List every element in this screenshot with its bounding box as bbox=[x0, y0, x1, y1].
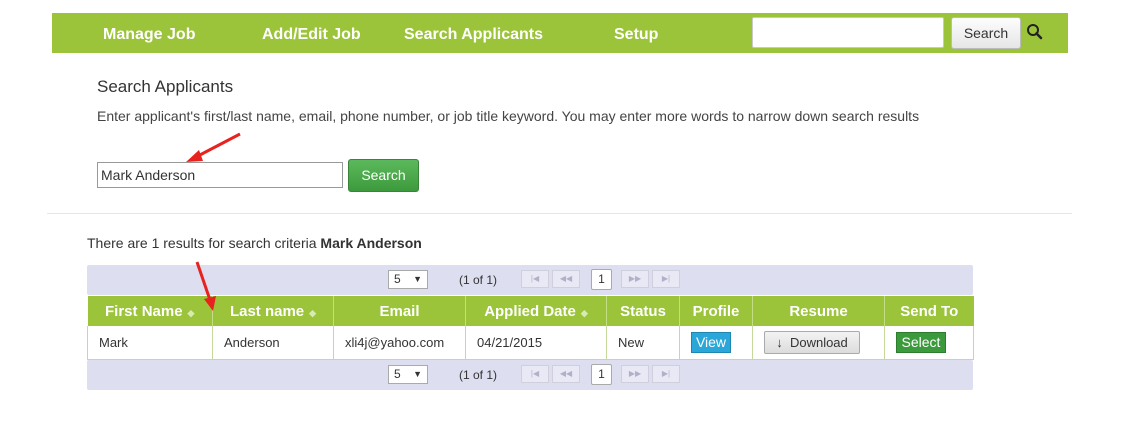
view-profile-button[interactable]: View bbox=[691, 332, 731, 353]
last-page-icon[interactable]: ▶| bbox=[652, 270, 680, 288]
cell-email: xli4j@yahoo.com bbox=[333, 326, 466, 360]
download-resume-button[interactable]: ↓ Download bbox=[764, 331, 860, 354]
last-page-icon[interactable]: ▶| bbox=[652, 365, 680, 383]
column-header-profile: Profile bbox=[679, 296, 753, 326]
nav-search-button[interactable]: Search bbox=[951, 17, 1021, 49]
sort-icon: ◆ bbox=[580, 307, 588, 318]
results-table: First Name ◆ Last name ◆ Email Applied Dat… bbox=[87, 296, 974, 360]
prev-page-icon[interactable]: ◀◀ bbox=[552, 365, 580, 383]
next-page-icon[interactable]: ▶▶ bbox=[621, 365, 649, 383]
nav-add-edit-job[interactable]: Add/Edit Job bbox=[262, 13, 361, 53]
page-count: (1 of 1) bbox=[459, 273, 498, 287]
column-header-status: Status bbox=[606, 296, 680, 326]
table-row: Mark Anderson xli4j@yahoo.com 04/21/2015… bbox=[87, 326, 974, 360]
sort-icon: ◆ bbox=[187, 307, 195, 318]
cell-send-to: Select bbox=[884, 326, 974, 360]
applicant-search-button[interactable]: Search bbox=[348, 159, 419, 192]
results-summary-term: Mark Anderson bbox=[320, 235, 422, 251]
pager-top: 5 ▼ (1 of 1) |◀ ◀◀ 1 ▶▶ ▶| bbox=[87, 265, 973, 295]
per-page-select[interactable]: 5 ▼ bbox=[388, 365, 428, 384]
page-number-button[interactable]: 1 bbox=[591, 269, 612, 290]
cell-last-name: Anderson bbox=[212, 326, 334, 360]
chevron-down-icon: ▼ bbox=[413, 369, 422, 379]
per-page-select[interactable]: 5 ▼ bbox=[388, 270, 428, 289]
first-page-icon[interactable]: |◀ bbox=[521, 365, 549, 383]
search-instructions: Enter applicant's first/last name, email… bbox=[97, 108, 920, 124]
column-header-send-to: Send To bbox=[884, 296, 974, 326]
next-page-icon[interactable]: ▶▶ bbox=[621, 270, 649, 288]
nav-search-applicants[interactable]: Search Applicants bbox=[404, 13, 543, 53]
section-divider bbox=[47, 213, 1072, 214]
results-summary: There are 1 results for search criteria … bbox=[87, 235, 422, 251]
per-page-value: 5 bbox=[394, 272, 401, 286]
page-number-button[interactable]: 1 bbox=[591, 364, 612, 385]
column-header-last-name[interactable]: Last name ◆ bbox=[212, 296, 334, 326]
prev-page-icon[interactable]: ◀◀ bbox=[552, 270, 580, 288]
pager-bottom: 5 ▼ (1 of 1) |◀ ◀◀ 1 ▶▶ ▶| bbox=[87, 360, 973, 390]
download-icon: ↓ bbox=[776, 335, 783, 350]
first-page-icon[interactable]: |◀ bbox=[521, 270, 549, 288]
download-label: Download bbox=[789, 335, 848, 350]
cell-profile: View bbox=[679, 326, 753, 360]
applicant-search-input[interactable] bbox=[97, 162, 343, 188]
select-send-to-button[interactable]: Select bbox=[896, 332, 946, 353]
column-header-applied-date[interactable]: Applied Date ◆ bbox=[465, 296, 607, 326]
column-header-email: Email bbox=[333, 296, 466, 326]
top-navbar: Manage Job Add/Edit Job Search Applicant… bbox=[52, 13, 1068, 53]
sort-icon: ◆ bbox=[309, 307, 317, 318]
table-header-row: First Name ◆ Last name ◆ Email Applied Dat… bbox=[87, 296, 974, 326]
cell-applied-date: 04/21/2015 bbox=[465, 326, 607, 360]
chevron-down-icon: ▼ bbox=[413, 274, 422, 284]
page-count: (1 of 1) bbox=[459, 368, 498, 382]
search-icon[interactable] bbox=[1026, 23, 1044, 41]
page-title: Search Applicants bbox=[97, 77, 234, 96]
nav-manage-job[interactable]: Manage Job bbox=[103, 13, 195, 53]
arrow-icon bbox=[186, 132, 241, 162]
column-header-resume: Resume bbox=[752, 296, 885, 326]
cell-first-name: Mark bbox=[87, 326, 213, 360]
column-header-first-name[interactable]: First Name ◆ bbox=[87, 296, 213, 326]
cell-status: New bbox=[606, 326, 680, 360]
cell-resume: ↓ Download bbox=[752, 326, 885, 360]
results-summary-text: There are 1 results for search criteria bbox=[87, 235, 317, 251]
nav-setup[interactable]: Setup bbox=[614, 13, 658, 53]
nav-search-input[interactable] bbox=[752, 17, 944, 48]
per-page-value: 5 bbox=[394, 367, 401, 381]
